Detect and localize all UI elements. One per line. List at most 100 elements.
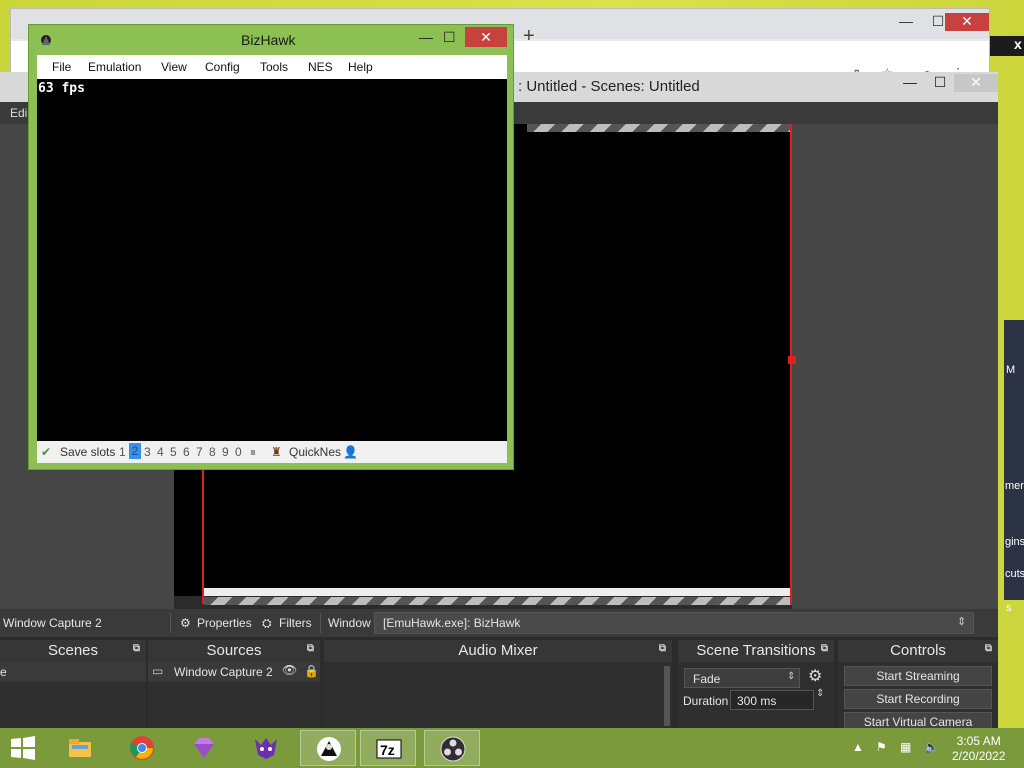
filters-button[interactable]: Filters — [279, 616, 312, 630]
clock-time: 3:05 AM — [956, 734, 1001, 748]
taskbar-obs[interactable] — [424, 730, 480, 766]
edge-fragment: gins — [1005, 536, 1024, 548]
save-slot-4[interactable]: 4 — [157, 445, 164, 459]
svg-text:7z: 7z — [380, 742, 395, 758]
browser-close-button[interactable]: ✕ — [945, 13, 989, 31]
bizhawk-maximize-button[interactable]: ☐ — [443, 29, 456, 46]
source-toolbar: Window Capture 2 ⚙ Properties ⛭ Filters … — [0, 609, 998, 637]
edge-fragment: s — [1006, 602, 1012, 614]
save-slot-2[interactable]: 2 — [129, 443, 141, 459]
folder-icon — [69, 739, 91, 757]
menu-help[interactable]: Help — [348, 60, 373, 74]
scenes-list: e — [0, 662, 146, 732]
taskbar-7zip[interactable]: 7z — [360, 730, 416, 766]
taskbar: 7z ▲ ⚑ ▦ 🔈 3:05 AM 2/20/2022 — [0, 728, 1024, 768]
undock-icon[interactable]: ⧉ — [985, 643, 992, 654]
preview-margin-right — [792, 124, 998, 609]
tray-flag-icon[interactable]: ⚑ — [876, 740, 887, 754]
window-icon: ▭ — [152, 664, 164, 678]
bizhawk-minimize-button[interactable]: — — [419, 29, 433, 45]
edge-fragment: mer — [1005, 480, 1024, 492]
divider — [170, 613, 171, 633]
duration-stepper[interactable]: ⇕ — [816, 688, 824, 699]
audio-mixer-dock: Audio Mixer ⧉ — [324, 640, 672, 732]
obs-window-title: : Untitled - Scenes: Untitled — [518, 78, 700, 95]
duration-input[interactable]: 300 ms — [730, 690, 814, 710]
scene-item[interactable]: e — [0, 662, 146, 682]
menu-config[interactable]: Config — [205, 60, 240, 74]
save-slot-9[interactable]: 9 — [222, 445, 229, 459]
background-window-edge: M mer gins cuts s — [1004, 320, 1024, 614]
taskbar-chrome[interactable] — [114, 730, 170, 766]
scenes-dock-header: Scenes ⧉ — [0, 640, 146, 662]
source-item[interactable]: ▭ Window Capture 2 👁 🔒 — [148, 662, 320, 682]
edge-close-fragment[interactable]: x — [1014, 36, 1022, 52]
bizhawk-menubar: File Emulation View Config Tools NES Hel… — [37, 55, 507, 79]
scene-transitions-body: Fade ⇕ ⚙ Duration 300 ms ⇕ — [678, 662, 834, 732]
user-icon[interactable]: 👤 — [343, 445, 358, 459]
undock-icon[interactable]: ⧉ — [133, 643, 140, 654]
save-slot-0[interactable]: 0 — [235, 445, 242, 459]
pause-icon[interactable]: ⏸ — [250, 445, 256, 460]
system-clock[interactable]: 3:05 AM 2/20/2022 — [952, 734, 1005, 764]
scrollbar[interactable] — [664, 666, 670, 726]
properties-button[interactable]: Properties — [197, 616, 252, 630]
menu-view[interactable]: View — [161, 60, 187, 74]
save-slot-3[interactable]: 3 — [144, 445, 151, 459]
scene-transitions-header: Scene Transitions ⧉ — [678, 640, 834, 662]
obs-close-button[interactable]: ✕ — [954, 74, 998, 92]
save-slot-8[interactable]: 8 — [209, 445, 216, 459]
save-slot-7[interactable]: 7 — [196, 445, 203, 459]
bizhawk-window: BizHawk — ☐ ✕ File Emulation View Config… — [28, 24, 514, 470]
obs-maximize-button[interactable]: ☐ — [926, 74, 954, 92]
transition-select[interactable]: Fade ⇕ — [684, 668, 800, 688]
audio-mixer-body — [324, 662, 672, 732]
emulator-screen[interactable]: 63 fps — [37, 79, 507, 441]
start-streaming-button[interactable]: Start Streaming — [844, 666, 992, 686]
menu-emulation[interactable]: Emulation — [88, 60, 141, 74]
taskbar-file-explorer[interactable] — [52, 730, 108, 766]
selected-source-name: Window Capture 2 — [3, 616, 102, 630]
window-select-value: [EmuHawk.exe]: BizHawk — [383, 616, 521, 630]
save-slot-1[interactable]: 1 — [119, 445, 126, 459]
tray-chevron-up-icon[interactable]: ▲ — [852, 740, 864, 754]
bizhawk-logo-icon — [41, 35, 51, 45]
tray-network-icon[interactable]: ▦ — [900, 740, 911, 754]
edge-fragment: M — [1006, 364, 1016, 376]
clock-date: 2/20/2022 — [952, 749, 1006, 763]
undock-icon[interactable]: ⧉ — [307, 643, 314, 654]
menu-tools[interactable]: Tools — [260, 60, 288, 74]
menu-file[interactable]: File — [52, 60, 71, 74]
transition-value: Fade — [693, 672, 721, 686]
resize-handle[interactable] — [788, 356, 796, 364]
save-slot-6[interactable]: 6 — [183, 445, 190, 459]
menu-nes[interactable]: NES — [308, 60, 333, 74]
menu-edit-fragment[interactable]: Edi — [10, 106, 27, 120]
check-icon: ✔ — [41, 445, 52, 459]
sources-list: ▭ Window Capture 2 👁 🔒 — [148, 662, 320, 732]
tray-volume-icon[interactable]: 🔈 — [924, 740, 939, 754]
taskbar-mask-app[interactable] — [238, 730, 294, 766]
save-slot-5[interactable]: 5 — [170, 445, 177, 459]
controls-header: Controls ⧉ — [838, 640, 998, 662]
taskbar-gem-app[interactable] — [176, 730, 232, 766]
window-label: Window — [328, 616, 371, 630]
gear-icon[interactable]: ⚙ — [808, 666, 822, 686]
lock-icon[interactable]: 🔒 — [304, 664, 319, 678]
undock-icon[interactable]: ⧉ — [821, 643, 828, 654]
controls-body: Start Streaming Start Recording Start Vi… — [838, 662, 998, 732]
eye-icon[interactable]: 👁 — [282, 663, 297, 677]
selection-border-left — [202, 470, 204, 604]
scene-transitions-dock: Scene Transitions ⧉ Fade ⇕ ⚙ Duration 30… — [678, 640, 834, 732]
start-windows-icon[interactable] — [10, 735, 36, 761]
bizhawk-close-button[interactable]: ✕ — [465, 27, 507, 47]
taskbar-anonymous-app[interactable] — [300, 730, 356, 766]
obs-minimize-button[interactable]: — — [896, 74, 924, 92]
filters-icon: ⛭ — [262, 616, 272, 630]
core-name: QuickNes — [289, 445, 342, 459]
undock-icon[interactable]: ⧉ — [659, 643, 666, 654]
source-item-label: Window Capture 2 — [174, 665, 273, 679]
browser-minimize-button[interactable]: — — [891, 13, 921, 31]
start-recording-button[interactable]: Start Recording — [844, 689, 992, 709]
window-select[interactable]: [EmuHawk.exe]: BizHawk ⇕ — [374, 612, 974, 634]
